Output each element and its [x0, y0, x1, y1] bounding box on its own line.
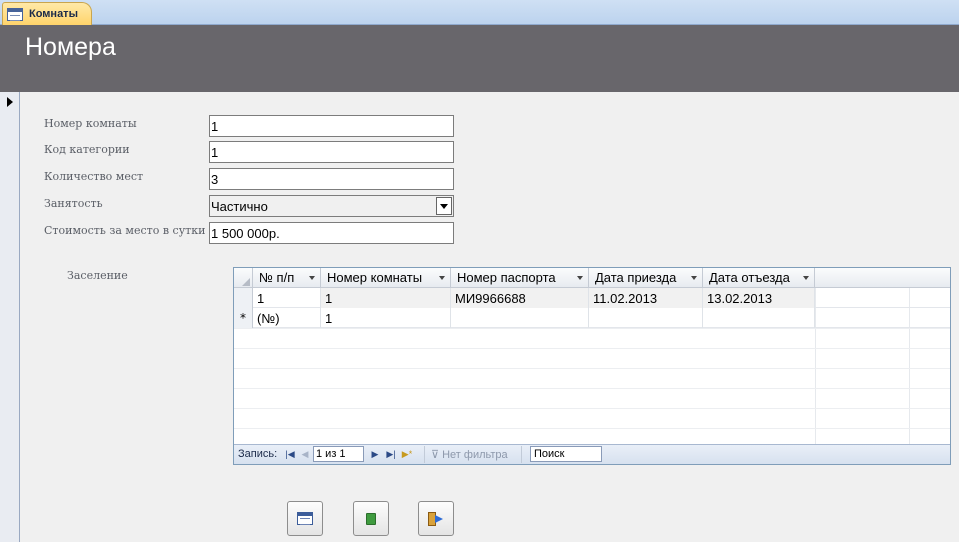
table-cell[interactable]: [589, 308, 703, 328]
form-header: Номера: [0, 25, 959, 92]
subform-label: Заселение: [67, 269, 128, 282]
grid-line: [234, 428, 950, 429]
table-cell[interactable]: (№): [253, 308, 321, 328]
form-icon: [297, 512, 313, 525]
places-count-label: Количество мест: [44, 170, 144, 183]
chevron-down-icon: [309, 276, 315, 280]
table-cell[interactable]: МИ9966688: [451, 288, 589, 308]
table-cell[interactable]: 13.02.2013: [703, 288, 815, 308]
table-cell[interactable]: 1: [253, 288, 321, 308]
first-record-icon[interactable]: |◀: [284, 448, 296, 460]
record-position-field[interactable]: 1 из 1: [313, 446, 364, 462]
previous-record-icon[interactable]: ◀: [299, 448, 311, 460]
current-record-arrow-icon: [7, 97, 13, 107]
grid-line: [234, 328, 950, 329]
column-header[interactable]: Дата приезда: [589, 268, 703, 288]
table-cell[interactable]: 1: [321, 288, 451, 308]
chevron-down-icon[interactable]: [436, 197, 452, 215]
price-field[interactable]: 1 500 000р.: [209, 222, 454, 244]
table-cell[interactable]: [703, 308, 815, 328]
new-record-icon[interactable]: ▶*: [401, 448, 413, 460]
exit-icon: [428, 511, 444, 526]
record-selector[interactable]: [0, 92, 20, 542]
new-record-row[interactable]: * (№) 1: [234, 308, 950, 328]
table-row[interactable]: 1 1 МИ9966688 11.02.2013 13.02.2013: [234, 288, 950, 308]
grid-header: № п/п Номер комнаты Номер паспорта Дата …: [234, 268, 950, 288]
chevron-down-icon: [691, 276, 697, 280]
last-record-icon[interactable]: ▶|: [385, 448, 397, 460]
new-record-marker: *: [234, 308, 253, 328]
document-tab-bar: Комнаты: [0, 0, 959, 25]
grid-line: [234, 368, 950, 369]
grid-line: [234, 388, 950, 389]
room-number-field[interactable]: 1: [209, 115, 454, 137]
table-cell[interactable]: [451, 308, 589, 328]
category-code-label: Код категории: [44, 143, 130, 156]
row-selector[interactable]: [234, 288, 253, 308]
table-cell[interactable]: 1: [321, 308, 451, 328]
column-header[interactable]: № п/п: [253, 268, 321, 288]
tab-rooms[interactable]: Комнаты: [2, 2, 92, 25]
page-title: Номера: [25, 33, 116, 61]
form-icon: [7, 7, 23, 21]
save-record-button[interactable]: [353, 501, 389, 536]
column-header[interactable]: Номер комнаты: [321, 268, 451, 288]
record-label: Запись:: [238, 448, 278, 460]
room-number-label: Номер комнаты: [44, 117, 137, 130]
places-count-field[interactable]: 3: [209, 168, 454, 190]
column-header[interactable]: Дата отъезда: [703, 268, 815, 288]
filter-status[interactable]: ⊽ Нет фильтра: [424, 446, 522, 463]
chevron-down-icon: [803, 276, 809, 280]
table-cell[interactable]: 11.02.2013: [589, 288, 703, 308]
occupancy-value: Частично: [211, 199, 268, 214]
chevron-down-icon: [577, 276, 583, 280]
column-header[interactable]: Номер паспорта: [451, 268, 589, 288]
checkin-subform: № п/п Номер комнаты Номер паспорта Дата …: [233, 267, 951, 465]
occupancy-combo[interactable]: Частично: [209, 195, 454, 217]
exit-button[interactable]: [418, 501, 454, 536]
grid-line: [234, 348, 950, 349]
open-form-button[interactable]: [287, 501, 323, 536]
tab-label: Комнаты: [29, 8, 78, 20]
form-detail: Номер комнаты 1 Код категории 1 Количест…: [21, 92, 959, 542]
record-navigation-bar: Запись: |◀ ◀ 1 из 1 ▶ ▶| ▶* ⊽ Нет фильтр…: [234, 444, 950, 464]
search-input[interactable]: Поиск: [530, 446, 602, 462]
grid-line: [234, 408, 950, 409]
occupancy-label: Занятость: [44, 197, 103, 210]
chevron-down-icon: [439, 276, 445, 280]
next-record-icon[interactable]: ▶: [369, 448, 381, 460]
price-label: Стоимость за место в сутки: [44, 224, 206, 237]
category-code-field[interactable]: 1: [209, 141, 454, 163]
select-all-corner[interactable]: [234, 268, 253, 288]
save-icon: [366, 512, 376, 525]
